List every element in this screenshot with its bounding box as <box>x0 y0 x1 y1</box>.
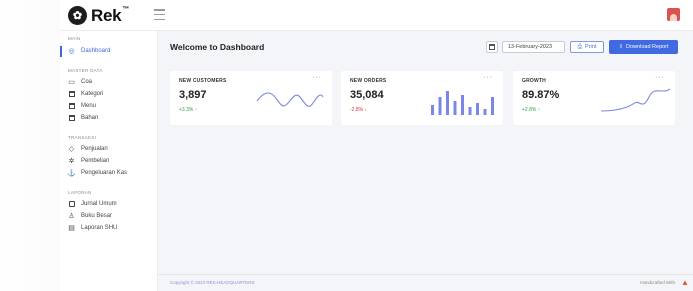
page-title: Welcome to Dashboard <box>170 42 265 52</box>
sidebar-item-menu[interactable]: Menu <box>68 101 96 111</box>
user-icon: ♙ <box>68 213 75 220</box>
logo-text: Rek™ <box>91 5 129 25</box>
card-value: 35,084 <box>350 89 384 101</box>
sidebar-item-dashboard[interactable]: ◎ Dashboard <box>68 46 110 56</box>
sidebar-item-pembelian[interactable]: ✲ Pembelian <box>68 156 110 166</box>
orders-bar <box>468 107 472 115</box>
logo-icon: ✿ <box>68 6 87 25</box>
tag-icon: ◇ <box>68 146 75 153</box>
sidebar-item-bahan[interactable]: Bahan <box>68 113 98 123</box>
sidebar-item-kategori[interactable]: Kategori <box>68 89 103 99</box>
logo[interactable]: ✿ Rek™ <box>68 6 129 25</box>
orders-bar <box>446 91 449 115</box>
report-icon: ▤ <box>68 225 75 232</box>
sparkline-growth <box>600 88 671 112</box>
card-label: NEW ORDERS <box>350 78 387 84</box>
print-button[interactable]: ⎙ Print <box>570 41 604 53</box>
orders-bar <box>438 97 442 115</box>
bar-chart-orders <box>431 91 494 115</box>
sidebar: MAIN ◎ Dashboard MASTER DATA ▭ Coa Kateg… <box>60 31 158 291</box>
sidebar-item-laporan-shu[interactable]: ▤ Laporan SHU <box>68 223 117 233</box>
sidebar-item-pengeluaran-kas[interactable]: ⚓ Pengeluaran Kas <box>67 168 127 178</box>
card-new-orders: NEW ORDERS ··· 35,084 -2.8% ↓ <box>341 71 503 125</box>
download-icon: ⇩ <box>618 44 624 50</box>
card-label: GROWTH <box>522 78 546 84</box>
section-main: MAIN <box>68 36 81 41</box>
orders-bar <box>483 109 487 115</box>
left-margin <box>0 0 60 291</box>
calendar-button[interactable] <box>486 41 498 53</box>
orders-bar <box>431 105 434 115</box>
footer: Copyright © 2023 REK-HEADQUARTERS Handcr… <box>158 274 693 291</box>
sidebar-item-jurnal-umum[interactable]: Jurnal Umum <box>68 199 117 209</box>
card-label: NEW CUSTOMERS <box>179 78 227 84</box>
anchor-icon: ⚓ <box>67 170 76 177</box>
card-value: 3,897 <box>179 89 207 101</box>
orders-bar <box>476 103 479 115</box>
card-new-customers: NEW CUSTOMERS ··· 3,897 +3.3% ↑ <box>170 71 332 125</box>
date-field[interactable]: 13-February-2023 <box>502 41 565 53</box>
more-icon[interactable]: ··· <box>483 74 493 81</box>
app-root: ✿ Rek™ MAIN ◎ Dashboard MASTER DATA ▭ Co… <box>0 0 693 291</box>
calendar-icon <box>68 115 75 122</box>
menu-toggle-icon[interactable] <box>154 9 165 20</box>
orders-bar <box>461 95 464 115</box>
printer-icon: ⎙ <box>577 43 583 50</box>
card-value: 89.87% <box>522 89 560 101</box>
top-bar: ✿ Rek™ <box>60 0 693 31</box>
main-content: Welcome to Dashboard 13-February-2023 ⎙ … <box>158 31 693 291</box>
gear-icon: ✲ <box>68 158 75 165</box>
dashboard-icon: ◎ <box>68 48 75 55</box>
sidebar-item-coa[interactable]: ▭ Coa <box>68 77 92 87</box>
folder-icon: ▭ <box>68 79 75 86</box>
download-report-button[interactable]: ⇩ Download Report <box>609 40 678 54</box>
orders-bar <box>453 101 457 115</box>
calendar-icon <box>68 91 75 98</box>
section-transaksi: TRANSAKSI <box>68 135 97 140</box>
more-icon[interactable]: ··· <box>312 74 322 81</box>
credit-text: Handcrafted With <box>640 280 675 285</box>
section-master-data: MASTER DATA <box>68 68 103 73</box>
sidebar-item-buku-besar[interactable]: ♙ Buku Besar <box>68 211 112 221</box>
calendar-icon <box>68 103 75 110</box>
card-change: +3.3% ↑ <box>179 107 198 113</box>
square-icon <box>68 201 75 208</box>
section-laporan: LAPORAN <box>68 190 92 195</box>
copyright-text: Copyright © 2023 REK-HEADQUARTERS <box>170 280 255 285</box>
sidebar-item-penjualan[interactable]: ◇ Penjualan <box>68 144 108 154</box>
active-indicator <box>60 46 62 57</box>
calendar-icon <box>489 44 495 50</box>
card-change: +2.8% ↑ <box>522 107 541 113</box>
orders-bar <box>491 97 494 115</box>
flame-icon: ▲ <box>681 278 689 287</box>
card-change: -2.8% ↓ <box>350 107 367 113</box>
sparkline-customers <box>256 92 324 107</box>
card-growth: GROWTH ··· 89.87% +2.8% ↑ <box>513 71 675 125</box>
more-icon[interactable]: ··· <box>655 74 665 81</box>
user-avatar[interactable] <box>667 8 680 21</box>
